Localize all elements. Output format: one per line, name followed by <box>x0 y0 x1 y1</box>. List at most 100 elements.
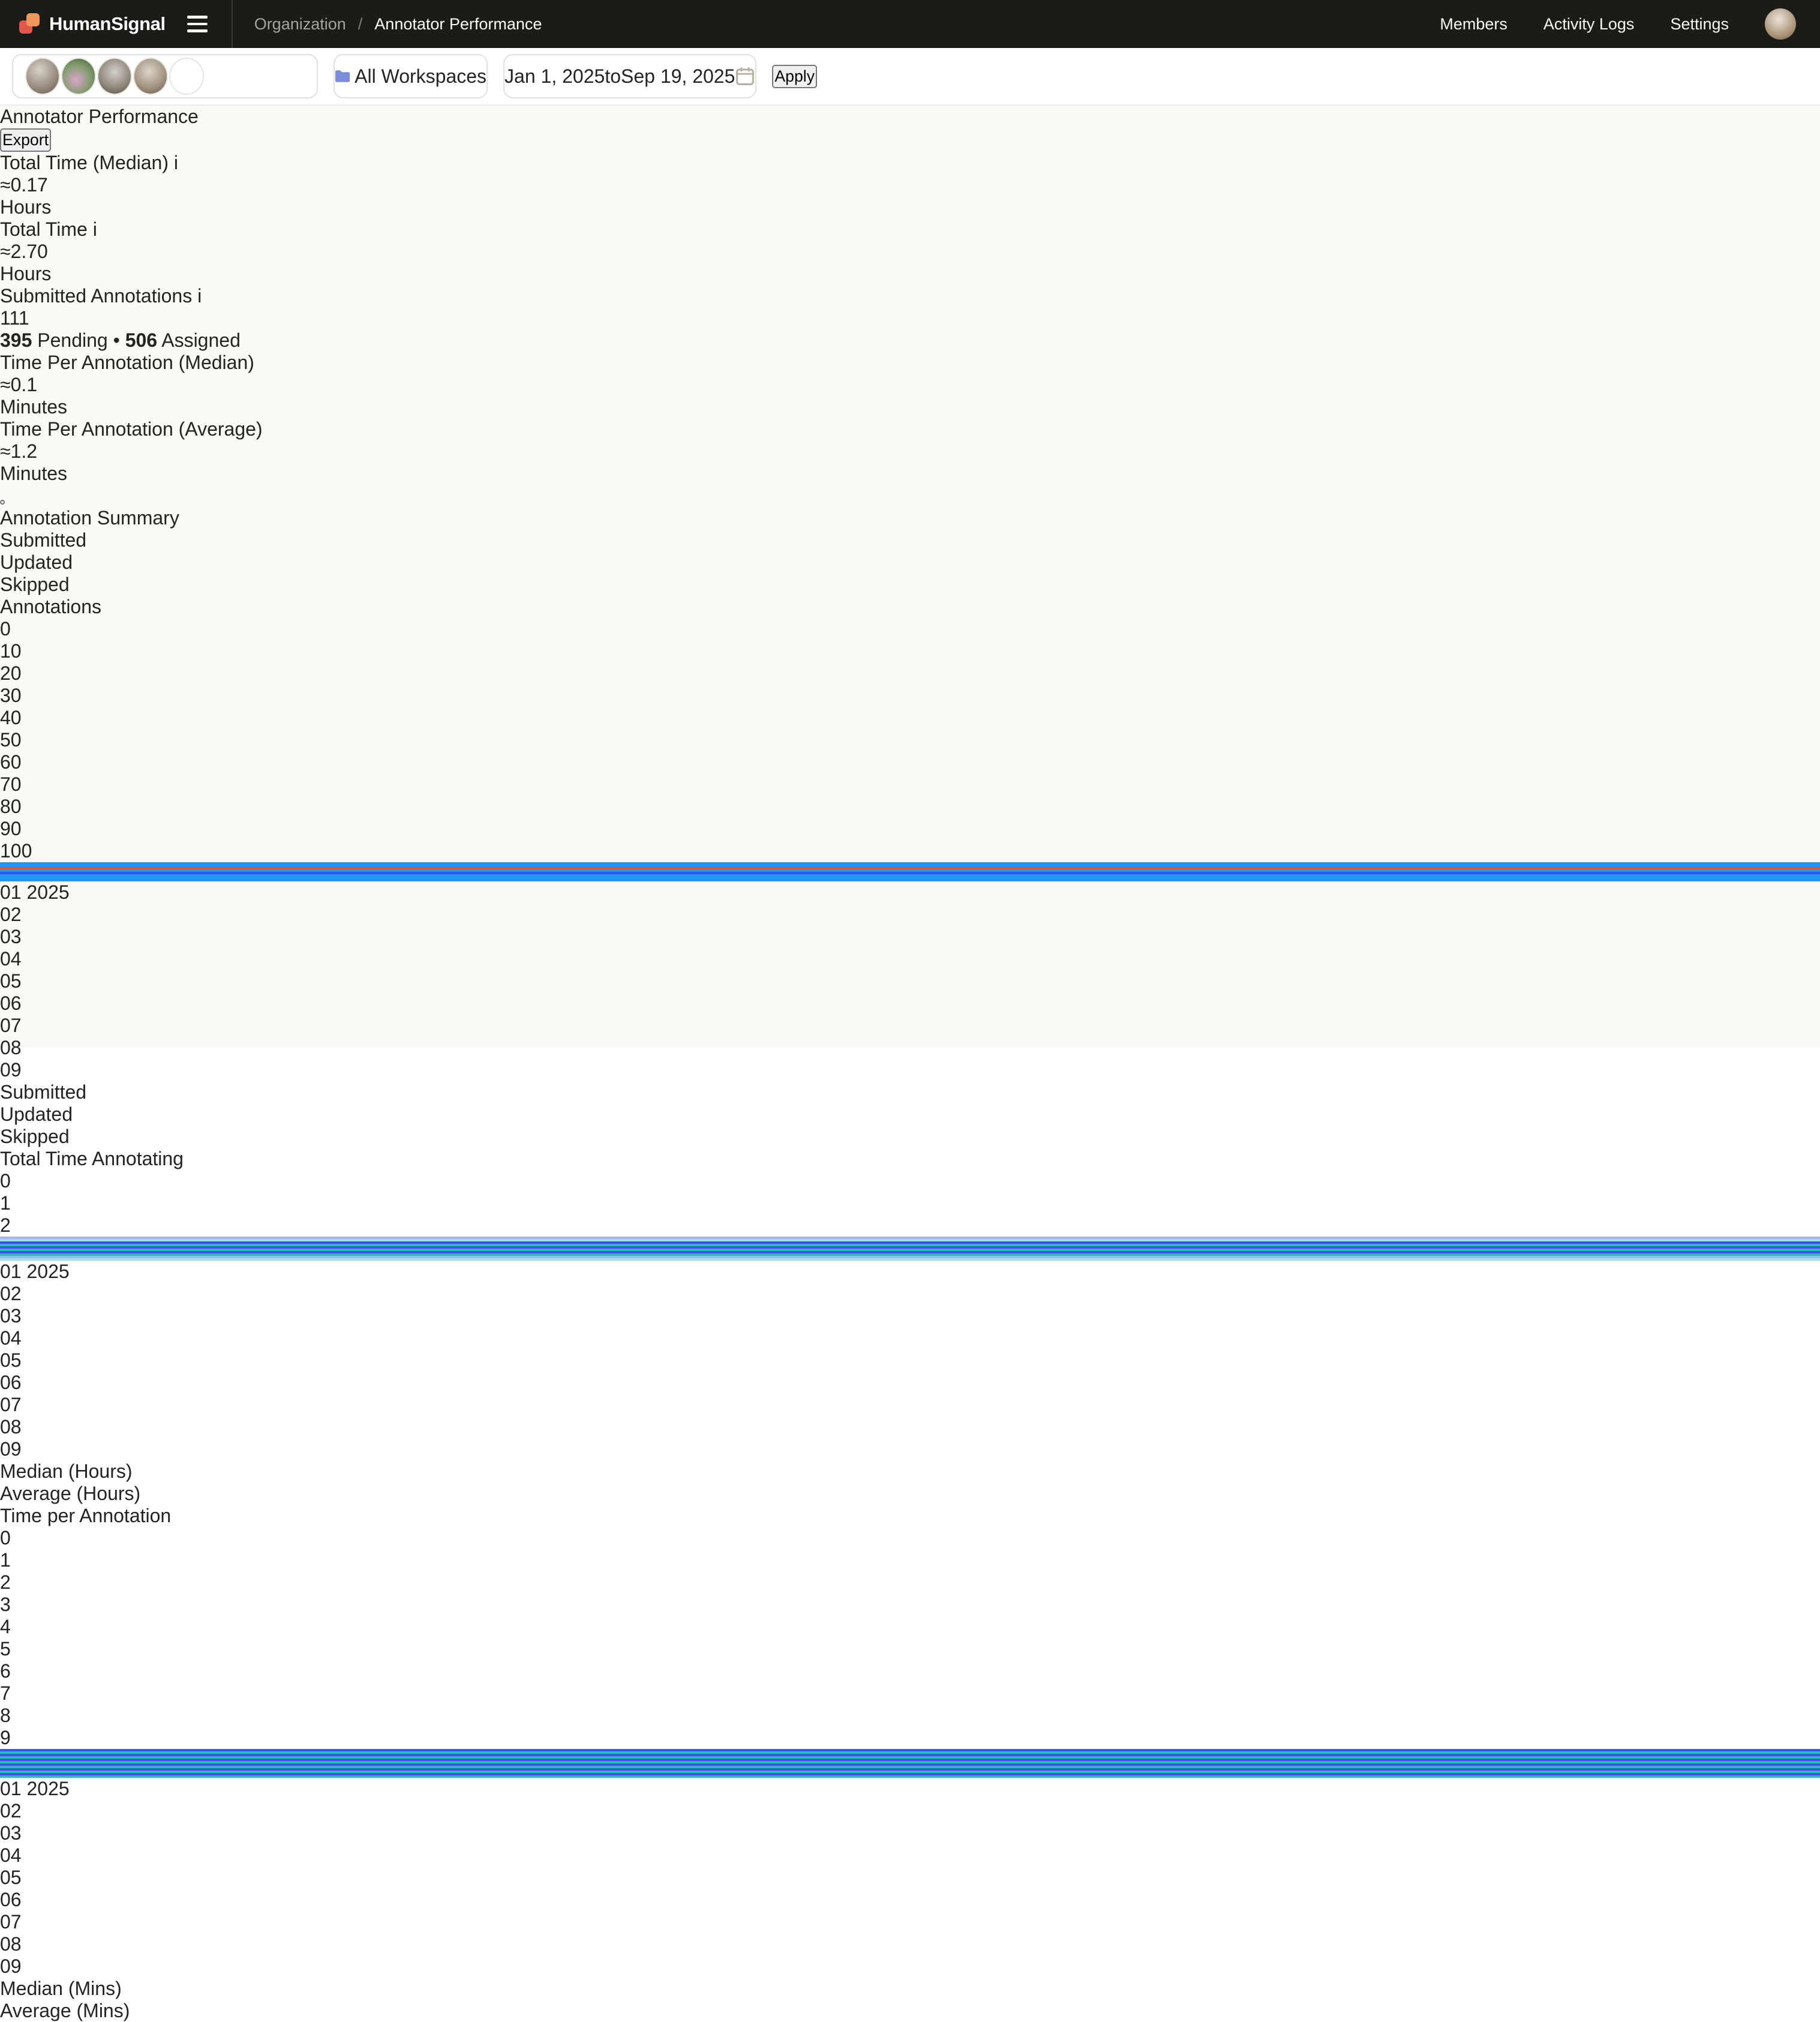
breadcrumb: Organization / Annotator Performance <box>254 15 542 34</box>
legend-label: Updated <box>0 1103 73 1125</box>
stat-footnote: 395 Pending • 506 Assigned <box>0 329 1820 352</box>
breadcrumb-organization[interactable]: Organization <box>254 15 346 34</box>
legend-item[interactable]: Median (Mins) <box>0 1978 1820 2000</box>
legend-label: Submitted <box>0 529 86 551</box>
date-to-label: to <box>605 65 621 88</box>
date-range-picker[interactable]: Jan 1, 2025 to Sep 19, 2025 <box>503 54 756 98</box>
legend-item[interactable]: Median (Hours) <box>0 1460 1820 1483</box>
stats-row: Total Time (Median) i ≈0.17 Hours Total … <box>0 152 1820 507</box>
filter-toolbar: All Workspaces Jan 1, 2025 to Sep 19, 20… <box>0 48 1820 106</box>
brand-block: HumanSignal <box>0 0 233 48</box>
bar-slot <box>0 1237 1820 1241</box>
menu-icon[interactable] <box>182 11 212 37</box>
info-icon[interactable]: i <box>197 285 202 307</box>
stat-card-total-time: Total Time i ≈2.70 Hours <box>0 218 1820 285</box>
legend-label: Skipped <box>0 574 70 595</box>
workspace-select[interactable]: All Workspaces <box>334 54 488 98</box>
annotator-avatar <box>169 58 204 95</box>
annotator-performance-page: { "topnav": { "brand": "HumanSignal", "b… <box>0 0 1820 1048</box>
brand-name: HumanSignal <box>49 13 166 35</box>
chart-title: Time per Annotation <box>0 1505 1820 1527</box>
unit-badge: Hours <box>0 263 51 284</box>
legend-item[interactable]: Submitted <box>0 1081 1820 1103</box>
bar <box>0 1258 1820 1261</box>
bar-chart-plot: 0102030405060708090100 <box>0 618 1820 881</box>
legend-item[interactable]: Skipped <box>0 1126 1820 1148</box>
calendar-icon <box>735 66 755 86</box>
export-button[interactable]: Export <box>0 128 51 152</box>
workspace-pill[interactable]: All Workspaces <box>335 65 486 88</box>
legend-item[interactable]: Updated <box>0 1103 1820 1126</box>
bar-slot <box>0 1251 1820 1256</box>
pending-label: Pending <box>37 329 107 351</box>
bar-slot <box>0 1759 1820 1763</box>
top-nav: HumanSignal Organization / Annotator Per… <box>0 0 1820 48</box>
next-cards-button[interactable] <box>0 500 5 505</box>
bar-slot <box>0 1246 1820 1251</box>
humansignal-logo-icon <box>19 13 41 35</box>
date-from: Jan 1, 2025 <box>504 65 605 88</box>
nav-activity-logs[interactable]: Activity Logs <box>1543 15 1635 34</box>
stat-label: Total Time (Median) <box>0 152 169 173</box>
stat-value: ≈2.70 <box>0 241 1820 263</box>
legend-item[interactable]: Skipped <box>0 574 1820 596</box>
annotator-avatar <box>133 58 168 95</box>
stat-card-time-per-annotation-median: Time Per Annotation (Median) ≈0.1 Minute… <box>0 352 1820 418</box>
workspace-pill-label: All Workspaces <box>355 65 486 87</box>
breadcrumb-separator: / <box>358 15 363 34</box>
annotator-avatar <box>61 58 96 95</box>
stat-card-time-per-annotation-average: Time Per Annotation (Average) ≈1.2 Minut… <box>0 418 1820 485</box>
main-content: Annotator Performance Export Total Time … <box>0 106 1820 2022</box>
legend-label: Median (Hours) <box>0 1460 133 1482</box>
stat-value: 111 <box>0 307 1820 329</box>
date-to: Sep 19, 2025 <box>621 65 735 88</box>
chart-title: Annotation Summary <box>0 507 1820 529</box>
annotator-select[interactable] <box>12 54 318 98</box>
bar-slot <box>0 1754 1820 1759</box>
bar-slot <box>0 1749 1820 1754</box>
stat-card-submitted-annotations: Submitted Annotations i 111 395 Pending … <box>0 285 1820 352</box>
chart-legend: Median (Mins)Average (Mins) <box>0 1978 1820 2022</box>
legend-item[interactable]: Submitted <box>0 529 1820 551</box>
topnav-links: Members Activity Logs Settings <box>1440 8 1820 40</box>
bar-slot <box>0 865 1820 869</box>
chart-title: Annotations <box>0 596 1820 618</box>
nav-members[interactable]: Members <box>1440 15 1507 34</box>
stat-label: Time Per Annotation (Median) <box>0 352 254 373</box>
unit-badge: Minutes <box>0 463 67 484</box>
x-axis-labels: 01 20250203040506070809 <box>0 1778 1820 1978</box>
stat-value: ≈0.17 <box>0 174 1820 196</box>
annotator-avatar <box>25 58 60 95</box>
user-avatar[interactable] <box>1765 8 1796 40</box>
bar-slot <box>0 1768 1820 1773</box>
unit-badge: Hours <box>0 196 51 218</box>
legend-item[interactable]: Average (Hours) <box>0 1483 1820 1505</box>
humansignal-logo[interactable]: HumanSignal <box>19 13 166 35</box>
bar-chart-plot: 0123456789 <box>0 1527 1820 1778</box>
chart-legend: SubmittedUpdatedSkipped <box>0 529 1820 596</box>
stat-card-total-time-median: Total Time (Median) i ≈0.17 Hours <box>0 152 1820 218</box>
chart-legend: Median (Hours)Average (Hours) <box>0 1460 1820 1505</box>
info-icon[interactable]: i <box>93 218 97 240</box>
x-axis-labels: 01 20250203040506070809 <box>0 881 1820 1081</box>
legend-label: Average (Hours) <box>0 1483 140 1504</box>
bar-slot <box>0 1256 1820 1261</box>
assigned-count: 506 <box>125 329 157 351</box>
info-icon[interactable]: i <box>174 152 178 173</box>
nav-settings[interactable]: Settings <box>1670 15 1729 34</box>
stat-value: ≈1.2 <box>0 440 1820 463</box>
folder-icon <box>335 70 350 83</box>
annotations-chart-card: Annotations 0102030405060708090100 01 20… <box>0 596 1820 1148</box>
legend-label: Updated <box>0 551 73 573</box>
legend-item[interactable]: Average (Mins) <box>0 2000 1820 2022</box>
dot-separator: • <box>113 329 120 351</box>
apply-button[interactable]: Apply <box>772 65 817 88</box>
chart-legend: SubmittedUpdatedSkipped <box>0 1081 1820 1148</box>
assigned-label: Assigned <box>161 329 241 351</box>
legend-item[interactable]: Updated <box>0 551 1820 574</box>
bar-chart-plot: 012 <box>0 1170 1820 1261</box>
annotation-summary-card: Annotation Summary SubmittedUpdatedSkipp… <box>0 507 1820 596</box>
stat-label: Total Time <box>0 218 88 240</box>
legend-label: Median (Mins) <box>0 1978 122 1999</box>
bar-slot <box>0 1763 1820 1768</box>
